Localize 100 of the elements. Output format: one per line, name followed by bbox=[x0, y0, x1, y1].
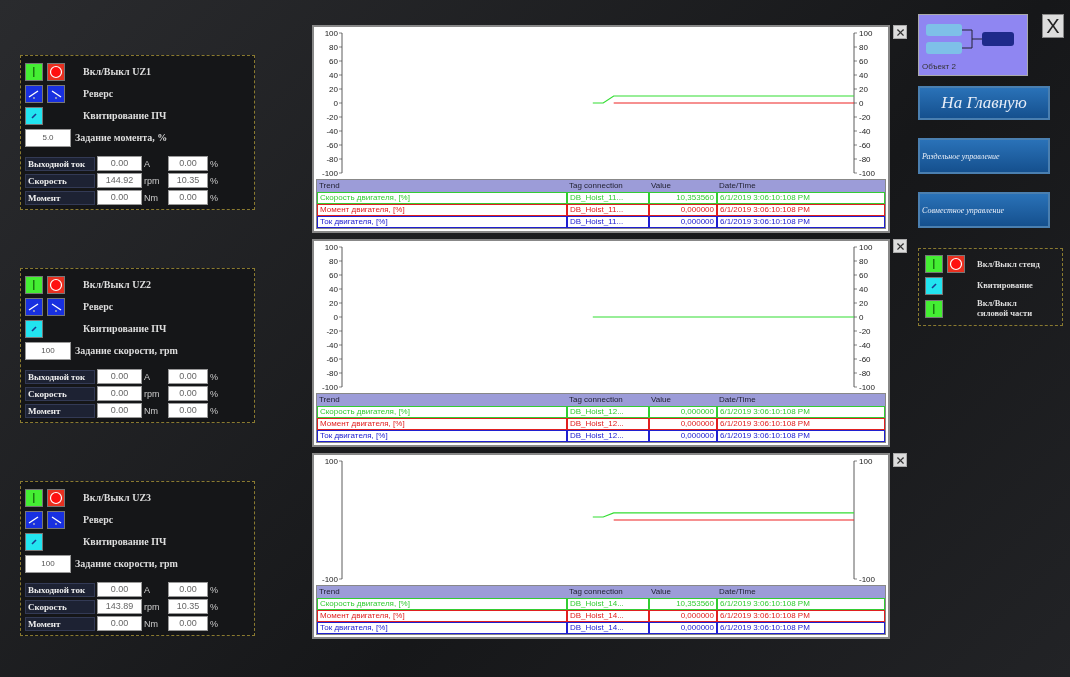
percent-value: 0.00 bbox=[168, 156, 208, 171]
power-on-button[interactable] bbox=[925, 299, 943, 318]
setpoint-field[interactable]: 5.0 bbox=[25, 128, 71, 147]
axis-tick-label: -60 bbox=[859, 355, 871, 364]
reading-label: Скорость bbox=[25, 173, 95, 188]
mode-button[interactable]: Совместное управление bbox=[918, 192, 1050, 228]
tag-cell: DB_Hoist_12... bbox=[567, 406, 649, 418]
pen-icon bbox=[931, 283, 937, 289]
axis-tick-label: 60 bbox=[329, 271, 338, 280]
reverse-button[interactable] bbox=[47, 297, 65, 316]
power-label: Вкл/Выкл UZ1 bbox=[83, 66, 152, 77]
acknowledge-label: Квитирование ПЧ bbox=[83, 110, 167, 121]
close-icon bbox=[894, 26, 906, 38]
axis-tick-label: 100 bbox=[859, 457, 873, 466]
setpoint-field[interactable]: 100 bbox=[25, 341, 71, 360]
tag-cell: DB_Hoist_11... bbox=[567, 192, 649, 204]
axis-tick-label: 40 bbox=[329, 71, 338, 80]
setpoint-field[interactable]: 100 bbox=[25, 554, 71, 573]
mode-button[interactable]: Раздельное управление bbox=[918, 138, 1050, 174]
reading-label: Выходной ток bbox=[25, 369, 95, 384]
close-button[interactable] bbox=[893, 25, 907, 39]
power-off-button[interactable] bbox=[47, 275, 65, 294]
axis-tick-label: 20 bbox=[329, 299, 338, 308]
acknowledge-label: Квитирование ПЧ bbox=[83, 536, 167, 547]
setpoint-label: Задание скорости, rpm bbox=[75, 558, 178, 569]
reverse-button[interactable] bbox=[25, 510, 43, 529]
axis-tick-label: 100 bbox=[859, 29, 873, 38]
acknowledge-button[interactable] bbox=[25, 532, 43, 551]
reading-label: Момент bbox=[25, 403, 95, 418]
power-off-icon bbox=[949, 257, 963, 271]
axis-tick-label: -80 bbox=[326, 155, 338, 164]
axis-tick-label: -100 bbox=[322, 169, 338, 178]
column-header: Date/Time bbox=[717, 586, 885, 598]
column-header: Tag connection bbox=[567, 586, 649, 598]
unit-label: % bbox=[210, 371, 219, 382]
unit-label: Nm bbox=[144, 618, 159, 629]
object-caption: Объект 2 bbox=[922, 62, 957, 71]
unit-label: % bbox=[210, 175, 219, 186]
setpoint-label: Задание скорости, rpm bbox=[75, 345, 178, 356]
power-on-button[interactable] bbox=[25, 488, 43, 507]
trend-name-cell: Ток двигателя, [%] bbox=[317, 622, 567, 634]
unit-label: % bbox=[210, 192, 219, 203]
axis-tick-label: 80 bbox=[329, 43, 338, 52]
trend-name-cell: Момент двигателя, [%] bbox=[317, 418, 567, 430]
reading-value: 0.00 bbox=[97, 386, 142, 401]
pen-icon bbox=[31, 538, 37, 545]
reverse-button[interactable] bbox=[25, 84, 43, 103]
time-cell: 6/1/2019 3:06:10:108 PM bbox=[717, 622, 885, 634]
unit-label: A bbox=[144, 584, 151, 595]
unit-label: % bbox=[210, 601, 219, 612]
unit-label: % bbox=[210, 618, 219, 629]
power-off-button[interactable] bbox=[47, 488, 65, 507]
reverse-button[interactable] bbox=[25, 297, 43, 316]
unit-label: Nm bbox=[144, 192, 159, 203]
axis-tick-label: -20 bbox=[859, 327, 871, 336]
exit-button[interactable]: X bbox=[1042, 14, 1064, 38]
axis-tick-label: 60 bbox=[859, 271, 868, 280]
power-off-icon bbox=[49, 490, 63, 505]
axis-tick-label: -20 bbox=[326, 327, 338, 336]
axis-tick-label: 80 bbox=[859, 257, 868, 266]
tag-cell: DB_Hoist_11... bbox=[567, 216, 649, 228]
home-button[interactable]: На Главную bbox=[918, 86, 1050, 120]
axis-tick-label: -100 bbox=[859, 575, 875, 584]
axis-tick-label: -100 bbox=[322, 383, 338, 392]
reading-value: 143.89 bbox=[97, 599, 142, 614]
percent-value: 0.00 bbox=[168, 190, 208, 205]
unit-label: % bbox=[210, 158, 219, 169]
acknowledge-button[interactable] bbox=[25, 106, 43, 125]
reverse-button[interactable] bbox=[47, 510, 65, 529]
power-on-button[interactable] bbox=[25, 275, 43, 294]
power-on-icon bbox=[32, 279, 36, 290]
axis-tick-label: 40 bbox=[859, 285, 868, 294]
percent-value: 0.00 bbox=[168, 403, 208, 418]
pen-icon bbox=[31, 112, 37, 119]
axis-tick-label: -20 bbox=[859, 113, 871, 122]
reading-value: 0.00 bbox=[97, 369, 142, 384]
power-on-button[interactable] bbox=[25, 62, 43, 81]
reverse-button[interactable] bbox=[47, 84, 65, 103]
axis-tick-label: -80 bbox=[859, 155, 871, 164]
object-tile[interactable]: Объект 2 bbox=[918, 14, 1028, 76]
reverse-label: Реверс bbox=[83, 88, 114, 99]
reading-label: Скорость bbox=[25, 599, 95, 614]
unit-label: % bbox=[210, 405, 219, 416]
axis-tick-label: -100 bbox=[859, 383, 875, 392]
unit-label: Nm bbox=[144, 405, 159, 416]
time-cell: 6/1/2019 3:06:10:108 PM bbox=[717, 192, 885, 204]
close-button[interactable] bbox=[893, 453, 907, 467]
value-cell: 0,000000 bbox=[649, 430, 717, 442]
column-header: Value bbox=[649, 394, 717, 406]
tag-cell: DB_Hoist_14... bbox=[567, 610, 649, 622]
power-label: Вкл/Выкл стенд bbox=[977, 259, 1040, 269]
axis-tick-label: 100 bbox=[324, 29, 338, 38]
column-header: Trend bbox=[317, 394, 567, 406]
acknowledge-button[interactable] bbox=[25, 319, 43, 338]
tag-cell: DB_Hoist_12... bbox=[567, 430, 649, 442]
percent-value: 10.35 bbox=[168, 173, 208, 188]
trend-name-cell: Ток двигателя, [%] bbox=[317, 430, 567, 442]
axis-tick-label: -80 bbox=[326, 369, 338, 378]
close-button[interactable] bbox=[893, 239, 907, 253]
power-off-button[interactable] bbox=[47, 62, 65, 81]
